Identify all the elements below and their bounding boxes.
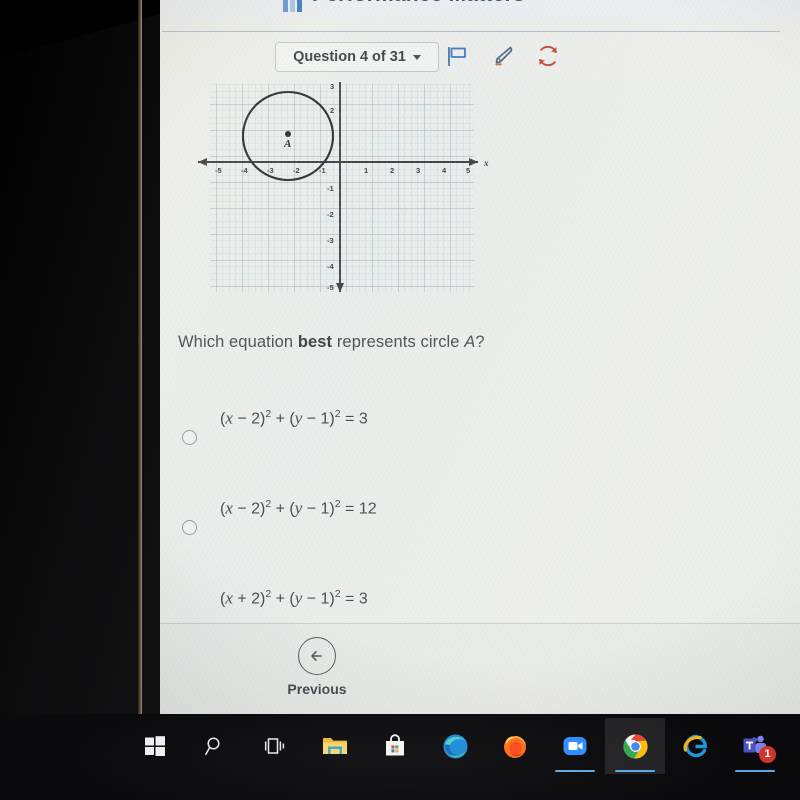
internet-explorer-button[interactable]: [665, 718, 725, 774]
svg-text:-3: -3: [267, 166, 274, 175]
svg-text:-5: -5: [327, 283, 334, 292]
microsoft-edge-button[interactable]: [425, 718, 485, 774]
point-a-label: A: [283, 138, 291, 150]
taskbar-search-button[interactable]: [185, 718, 245, 774]
svg-text:-5: -5: [215, 166, 222, 175]
app-brand-bar: Performance Matters: [142, 0, 800, 17]
flag-icon[interactable]: [445, 43, 471, 69]
microsoft-teams-button[interactable]: 1: [725, 718, 785, 774]
svg-text:-2: -2: [327, 210, 334, 219]
svg-text:-4: -4: [241, 166, 248, 175]
teams-notification-badge: 1: [759, 746, 776, 763]
task-view-icon: [264, 738, 285, 754]
file-explorer-button[interactable]: [305, 718, 365, 774]
answer-option-1-equation: (x − 2)2 + (y − 1)2 = 3: [220, 408, 368, 428]
answer-option-1[interactable]: (x − 2)2 + (y − 1)2 = 3: [142, 403, 800, 493]
svg-text:5: 5: [466, 166, 470, 175]
microsoft-edge-icon: [443, 734, 467, 758]
stem-italic: A: [464, 333, 476, 351]
x-axis-label: x: [483, 158, 489, 168]
refresh-icon[interactable]: [535, 43, 561, 69]
coordinate-plane-graph: x -5 -4 -3 -2 -1 1 2 3 4 5 3 2 -1 -2 -3 …: [190, 78, 490, 300]
svg-text:3: 3: [330, 82, 334, 91]
answer-option-2[interactable]: (x − 2)2 + (y − 1)2 = 12: [142, 493, 800, 583]
stem-prefix: Which equation: [178, 333, 298, 351]
question-stem: Which equation best represents circle A?: [178, 333, 738, 352]
microsoft-store-button[interactable]: [365, 718, 425, 774]
question-tools: [445, 42, 561, 70]
radio-button-option-2[interactable]: [182, 520, 197, 535]
performance-matters-logo-icon: [283, 0, 302, 12]
highlighter-pencil-icon[interactable]: [490, 43, 516, 69]
svg-text:-2: -2: [293, 166, 300, 175]
firefox-icon: [504, 736, 526, 758]
header-divider: [162, 31, 780, 32]
start-button-icon: [145, 736, 165, 756]
running-indicator: [555, 769, 595, 772]
point-a-dot: [285, 131, 291, 137]
svg-text:3: 3: [416, 166, 420, 175]
windows-taskbar: 1: [0, 714, 800, 800]
graph-svg: x -5 -4 -3 -2 -1 1 2 3 4 5 3 2 -1 -2 -3 …: [198, 82, 489, 292]
firefox-button[interactable]: [485, 718, 545, 774]
taskbar-items: 1: [125, 718, 785, 774]
chevron-down-icon: [412, 54, 421, 60]
stem-suffix: ?: [475, 333, 485, 351]
device-bezel-left: [0, 0, 160, 800]
stem-bold: best: [297, 333, 333, 351]
running-indicator: [735, 769, 775, 772]
arrow-left-circle-icon: [298, 637, 336, 675]
svg-text:-1: -1: [327, 184, 334, 193]
microsoft-store-icon: [386, 734, 404, 756]
svg-text:1: 1: [364, 166, 368, 175]
internet-explorer-icon: [683, 734, 707, 758]
answer-option-3-equation: (x + 2)2 + (y − 1)2 = 3: [220, 588, 368, 608]
start-button[interactable]: [125, 718, 185, 774]
question-footer-nav: Previous: [142, 623, 800, 714]
zoom-button[interactable]: [545, 718, 605, 774]
running-indicator: [615, 769, 655, 772]
svg-text:-3: -3: [327, 236, 334, 245]
screenshot-root: Performance Matters Question 4 of 31: [0, 0, 800, 800]
google-chrome-button[interactable]: [605, 718, 665, 774]
answer-option-3[interactable]: (x + 2)2 + (y − 1)2 = 3: [142, 583, 800, 623]
svg-text:2: 2: [390, 166, 394, 175]
browser-page: Performance Matters Question 4 of 31: [142, 0, 800, 714]
question-toolbar: Question 4 of 31: [142, 40, 800, 78]
file-explorer-icon: [323, 738, 347, 754]
task-view-button[interactable]: [245, 718, 305, 774]
svg-text:2: 2: [330, 106, 334, 115]
question-selector-dropdown[interactable]: Question 4 of 31: [275, 42, 439, 72]
radio-button-option-1[interactable]: [182, 430, 197, 445]
previous-button[interactable]: Previous: [261, 637, 373, 697]
device-bezel-edge-highlight: [138, 0, 142, 724]
zoom-icon: [563, 737, 587, 755]
answer-option-2-equation: (x − 2)2 + (y − 1)2 = 12: [220, 498, 377, 518]
svg-text:-4: -4: [327, 262, 334, 271]
stem-middle: represents circle: [332, 333, 465, 351]
search-icon: [205, 737, 220, 756]
app-title: Performance Matters: [312, 0, 525, 7]
google-chrome-icon: [623, 734, 647, 758]
question-selector-label: Question 4 of 31: [293, 49, 406, 65]
previous-button-label: Previous: [287, 681, 347, 697]
question-body: x -5 -4 -3 -2 -1 1 2 3 4 5 3 2 -1 -2 -3 …: [142, 78, 800, 623]
answer-options-list: (x − 2)2 + (y − 1)2 = 3 (x − 2)2 + (y − …: [142, 403, 800, 623]
